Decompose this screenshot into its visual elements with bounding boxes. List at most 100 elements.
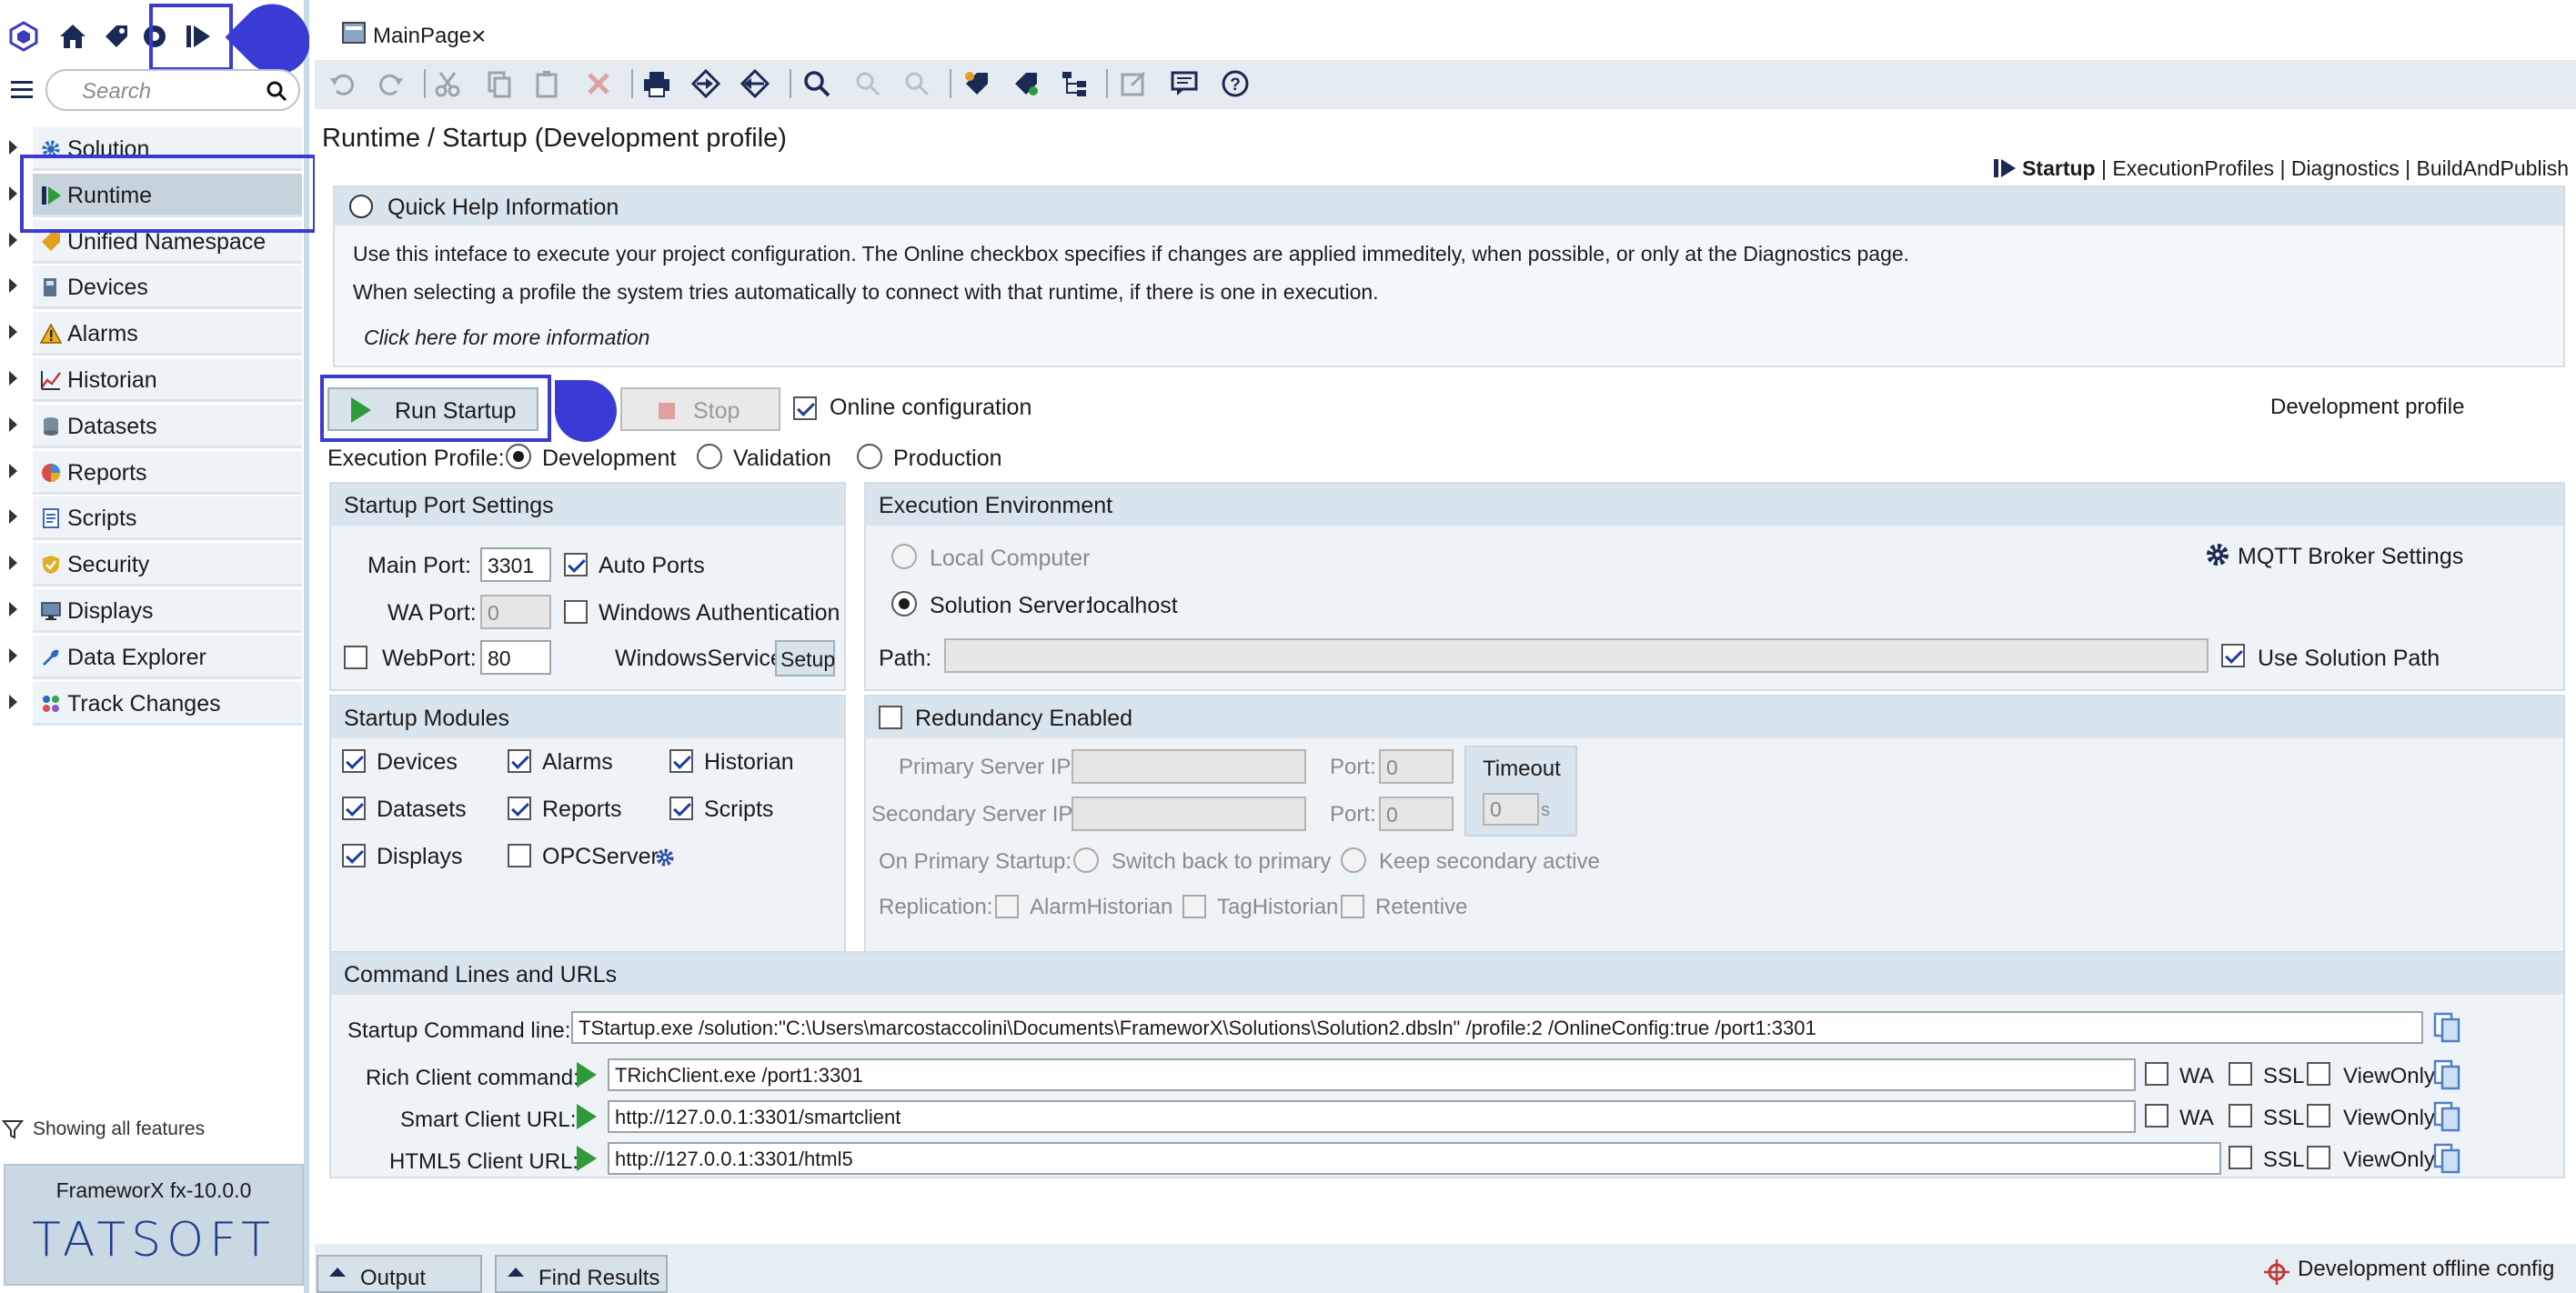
output-tab[interactable]: Output [317,1255,482,1293]
print-icon[interactable] [642,69,671,98]
timeout-input[interactable]: 0 [1483,793,1539,826]
redundancy-enabled-checkbox[interactable] [879,706,902,729]
copy-startup-command-icon[interactable] [2432,1011,2461,1044]
profile-production-radio[interactable] [857,444,882,469]
expand-arrow-icon[interactable] [9,509,17,525]
copy-icon[interactable] [484,69,513,98]
smart-wa-checkbox[interactable] [2145,1104,2168,1128]
sidebar-item-alarms[interactable]: Alarms [9,312,302,356]
module-devices-checkbox[interactable] [342,749,366,773]
wa-port-input[interactable]: 0 [480,595,551,629]
expand-arrow-icon[interactable] [9,185,17,201]
solution-server-radio[interactable] [891,591,917,616]
expand-arrow-icon[interactable] [9,556,17,571]
rich-wa-checkbox[interactable] [2145,1062,2168,1086]
main-port-input[interactable]: 3301 [480,547,551,582]
startup-command-input[interactable]: TStartup.exe /solution:"C:\Users\marcost… [571,1011,2423,1044]
search-input[interactable]: Search [45,69,300,111]
rep-alarmhistorian-checkbox[interactable] [995,895,1019,918]
smart-viewonly-checkbox[interactable] [2307,1104,2330,1128]
copy-rich-client-icon[interactable] [2432,1058,2461,1091]
find-results-tab[interactable]: Find Results [495,1255,668,1293]
rich-client-play-icon[interactable] [577,1062,597,1088]
setup-button[interactable]: Setup [775,640,835,677]
hierarchy-icon[interactable] [1061,69,1090,98]
primary-ip-input[interactable] [1072,749,1306,784]
expand-arrow-icon[interactable] [9,416,17,432]
expand-arrow-icon[interactable] [9,694,17,709]
html5-client-play-icon[interactable] [577,1146,597,1171]
tag-icon[interactable] [100,20,133,53]
path-input[interactable] [944,638,2209,673]
secondary-port-input[interactable]: 0 [1379,797,1454,831]
comment-icon[interactable] [1170,69,1199,98]
export-icon[interactable] [740,69,770,98]
sidebar-item-data-explorer[interactable]: Data Explorer [9,635,302,679]
sidebar-item-datasets[interactable]: Datasets [9,404,302,448]
keep-secondary-radio[interactable] [1341,847,1366,873]
tab-mainpage[interactable]: MainPage [373,24,471,49]
rep-retentive-checkbox[interactable] [1341,895,1364,918]
copy-html5-client-icon[interactable] [2432,1142,2461,1175]
module-datasets-checkbox[interactable] [342,797,366,820]
import-icon[interactable] [691,69,720,98]
module-historian-checkbox[interactable] [669,749,693,773]
hamburger-menu-icon[interactable] [9,76,35,102]
app-logo-icon[interactable] [7,20,40,53]
nav-startup[interactable]: Startup [2022,156,2096,180]
help-more-link[interactable]: Click here for more information [364,326,649,350]
open-external-icon[interactable] [1119,69,1148,98]
module-displays-checkbox[interactable] [342,844,366,867]
profile-validation-radio[interactable] [697,444,722,469]
sidebar-item-scripts[interactable]: Scripts [9,496,302,541]
sidebar-item-security[interactable]: Security [9,543,302,587]
webport-input[interactable]: 80 [480,640,551,675]
new-tag-icon[interactable] [962,69,991,98]
webport-checkbox[interactable] [344,646,367,669]
redo-icon[interactable] [377,69,406,98]
windows-auth-checkbox[interactable] [564,600,588,624]
mqtt-broker-settings-link[interactable]: MQTT Broker Settings [2238,544,2463,570]
expand-arrow-icon[interactable] [9,278,17,294]
smart-ssl-checkbox[interactable] [2229,1104,2252,1128]
home-icon[interactable] [56,20,89,53]
sidebar-item-track-changes[interactable]: Track Changes [9,681,302,726]
expand-arrow-icon[interactable] [9,602,17,616]
local-computer-radio[interactable] [891,544,917,569]
delete-icon[interactable] [584,69,613,98]
mqtt-gear-icon[interactable] [2205,542,2230,567]
nav-diagnostics[interactable]: Diagnostics [2291,156,2400,180]
nav-buildandpublish[interactable]: BuildAndPublish [2416,156,2569,180]
html5-ssl-checkbox[interactable] [2229,1146,2252,1169]
opcserver-gear-icon[interactable] [655,847,675,867]
online-configuration-checkbox[interactable] [793,396,817,420]
sidebar-item-devices[interactable]: Devices [9,266,302,310]
switch-back-radio[interactable] [1073,847,1099,873]
use-solution-path-checkbox[interactable] [2221,644,2245,667]
module-scripts-checkbox[interactable] [669,797,693,820]
expand-arrow-icon[interactable] [9,647,17,663]
stop-button[interactable]: Stop [620,387,780,431]
sidebar-item-historian[interactable]: Historian [9,358,302,402]
expand-arrow-icon[interactable] [9,463,17,478]
tag-settings-icon[interactable] [1011,69,1041,98]
nav-executionprofiles[interactable]: ExecutionProfiles [2112,156,2274,180]
sidebar-item-reports[interactable]: Reports [9,450,302,495]
html5-client-input[interactable]: http://127.0.0.1:3301/html5 [608,1142,2221,1175]
cut-icon[interactable] [433,69,462,98]
copy-smart-client-icon[interactable] [2432,1100,2461,1133]
expand-arrow-icon[interactable] [9,325,17,340]
expand-arrow-icon[interactable] [9,232,17,247]
rep-taghistorian-checkbox[interactable] [1182,895,1206,918]
tab-close-icon[interactable]: × [471,22,486,51]
find-icon[interactable] [802,69,831,98]
module-alarms-checkbox[interactable] [508,749,531,773]
module-reports-checkbox[interactable] [508,797,531,820]
smart-client-play-icon[interactable] [577,1104,597,1129]
find-previous-icon[interactable] [902,69,931,98]
expand-arrow-icon[interactable] [9,140,17,155]
secondary-ip-input[interactable] [1072,797,1306,831]
find-next-icon[interactable] [853,69,882,98]
rich-viewonly-checkbox[interactable] [2307,1062,2330,1086]
help-icon[interactable]: ? [1221,69,1250,98]
